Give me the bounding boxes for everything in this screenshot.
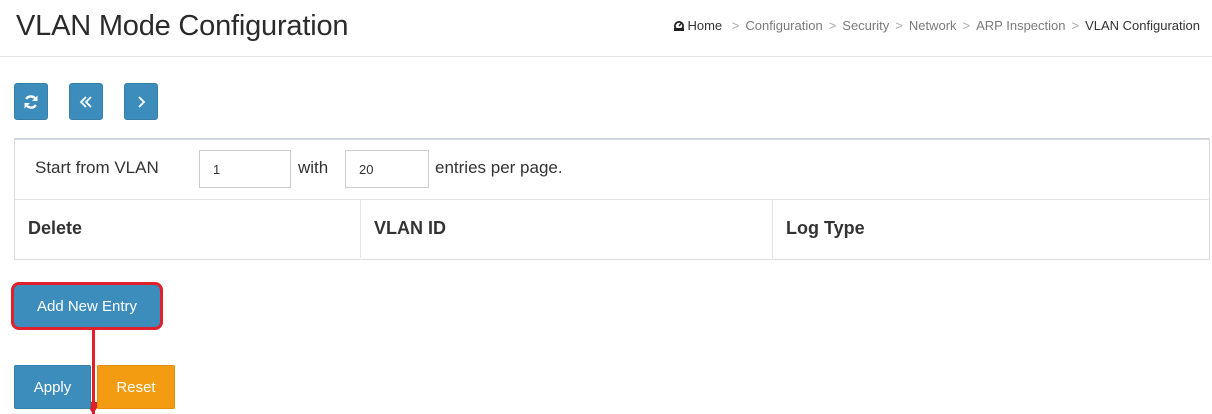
entries-per-page-label: entries per page. [435, 158, 563, 177]
breadcrumb-home[interactable]: Home [673, 18, 725, 33]
breadcrumb-security[interactable]: Security [842, 18, 889, 33]
breadcrumb-separator: > [1071, 18, 1080, 33]
start-vlan-input[interactable] [199, 150, 291, 188]
breadcrumb-separator: > [731, 18, 740, 33]
add-new-entry-button[interactable]: Add New Entry [11, 282, 163, 330]
table-header: Delete VLAN ID Log Type [15, 200, 1209, 258]
breadcrumb-home-label: Home [687, 18, 723, 33]
with-label: with [298, 158, 329, 177]
next-page-button[interactable] [124, 83, 158, 120]
breadcrumb-separator: > [962, 18, 971, 33]
breadcrumb-vlan-configuration: VLAN Configuration [1085, 18, 1200, 33]
page-title: VLAN Mode Configuration [16, 10, 349, 42]
reset-button[interactable]: Reset [97, 365, 175, 409]
pagination-filter: Start from VLAN with entries per page. [15, 140, 1209, 200]
breadcrumb-arp-inspection[interactable]: ARP Inspection [976, 18, 1065, 33]
breadcrumb-separator: > [828, 18, 837, 33]
breadcrumb: Home > Configuration > Security > Network > ARP… [673, 18, 1200, 33]
apply-button[interactable]: Apply [14, 365, 91, 409]
breadcrumb-separator: > [895, 18, 903, 33]
dashboard-icon [674, 21, 685, 31]
breadcrumb-network[interactable]: Network [909, 18, 957, 33]
entries-per-page-input[interactable] [345, 150, 429, 188]
refresh-button[interactable] [14, 83, 48, 120]
column-header-delete: Delete [15, 200, 361, 258]
breadcrumb-configuration[interactable]: Configuration [745, 18, 822, 33]
refresh-icon [24, 94, 38, 109]
chevron-right-icon [138, 95, 146, 108]
double-chevron-left-icon [79, 95, 92, 108]
vlan-table-panel: Start from VLAN with entries per page. D… [14, 138, 1210, 260]
column-header-log-type: Log Type [786, 218, 865, 238]
column-header-vlan-id: VLAN ID [361, 200, 773, 258]
page-header: VLAN Mode Configuration Home > Configurat… [0, 0, 1212, 57]
start-from-vlan-label: Start from VLAN [35, 158, 159, 177]
first-page-button[interactable] [69, 83, 103, 120]
